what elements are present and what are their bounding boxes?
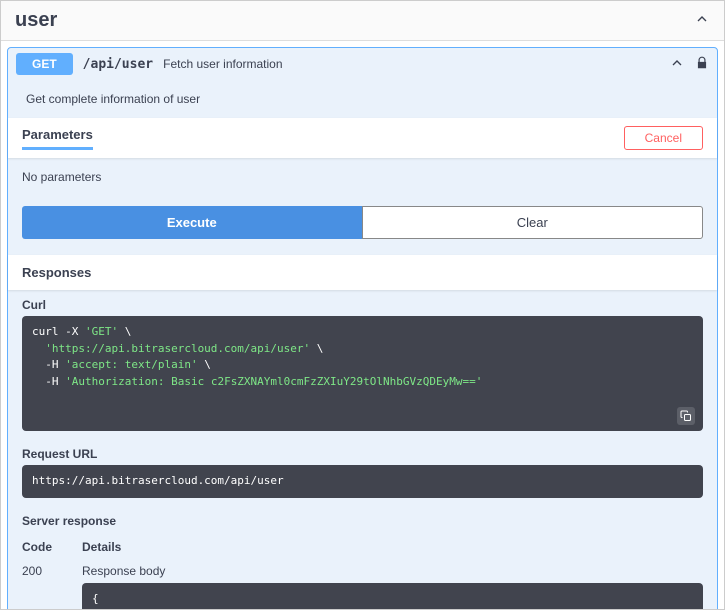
parameters-heading: Parameters [22, 127, 93, 150]
responses-heading: Responses [8, 255, 717, 290]
cancel-button[interactable]: Cancel [624, 126, 703, 150]
response-body-block: { "result": "Success", "name": "Sales", … [82, 583, 703, 610]
request-url-block: https://api.bitrasercloud.com/api/user [22, 465, 703, 498]
chevron-up-icon [669, 55, 685, 74]
request-url-label: Request URL [22, 447, 703, 461]
response-table-header: Code Details [8, 534, 717, 560]
server-response-label: Server response [22, 514, 703, 528]
section-header[interactable]: user [1, 1, 724, 41]
col-header-code: Code [22, 540, 82, 554]
col-header-details: Details [82, 540, 703, 554]
method-badge: GET [16, 53, 73, 75]
section-title: user [15, 9, 57, 32]
copy-icon[interactable] [677, 407, 695, 425]
no-parameters-text: No parameters [8, 158, 717, 196]
operation-header[interactable]: GET /api/user Fetch user information [8, 48, 717, 80]
curl-label: Curl [22, 298, 703, 312]
response-code: 200 [22, 564, 82, 610]
parameters-bar: Parameters Cancel [8, 118, 717, 158]
response-body-label: Response body [82, 564, 703, 578]
curl-block: curl -X 'GET' \ 'https://api.bitraserclo… [22, 316, 703, 431]
lock-icon[interactable] [695, 56, 709, 73]
operation-path: /api/user [83, 57, 153, 72]
operation-block: GET /api/user Fetch user information Get… [7, 47, 718, 610]
chevron-up-icon [694, 11, 710, 30]
execute-button[interactable]: Execute [22, 206, 362, 239]
clear-button[interactable]: Clear [362, 206, 704, 239]
operation-summary: Fetch user information [163, 57, 282, 71]
operation-description: Get complete information of user [8, 80, 717, 118]
